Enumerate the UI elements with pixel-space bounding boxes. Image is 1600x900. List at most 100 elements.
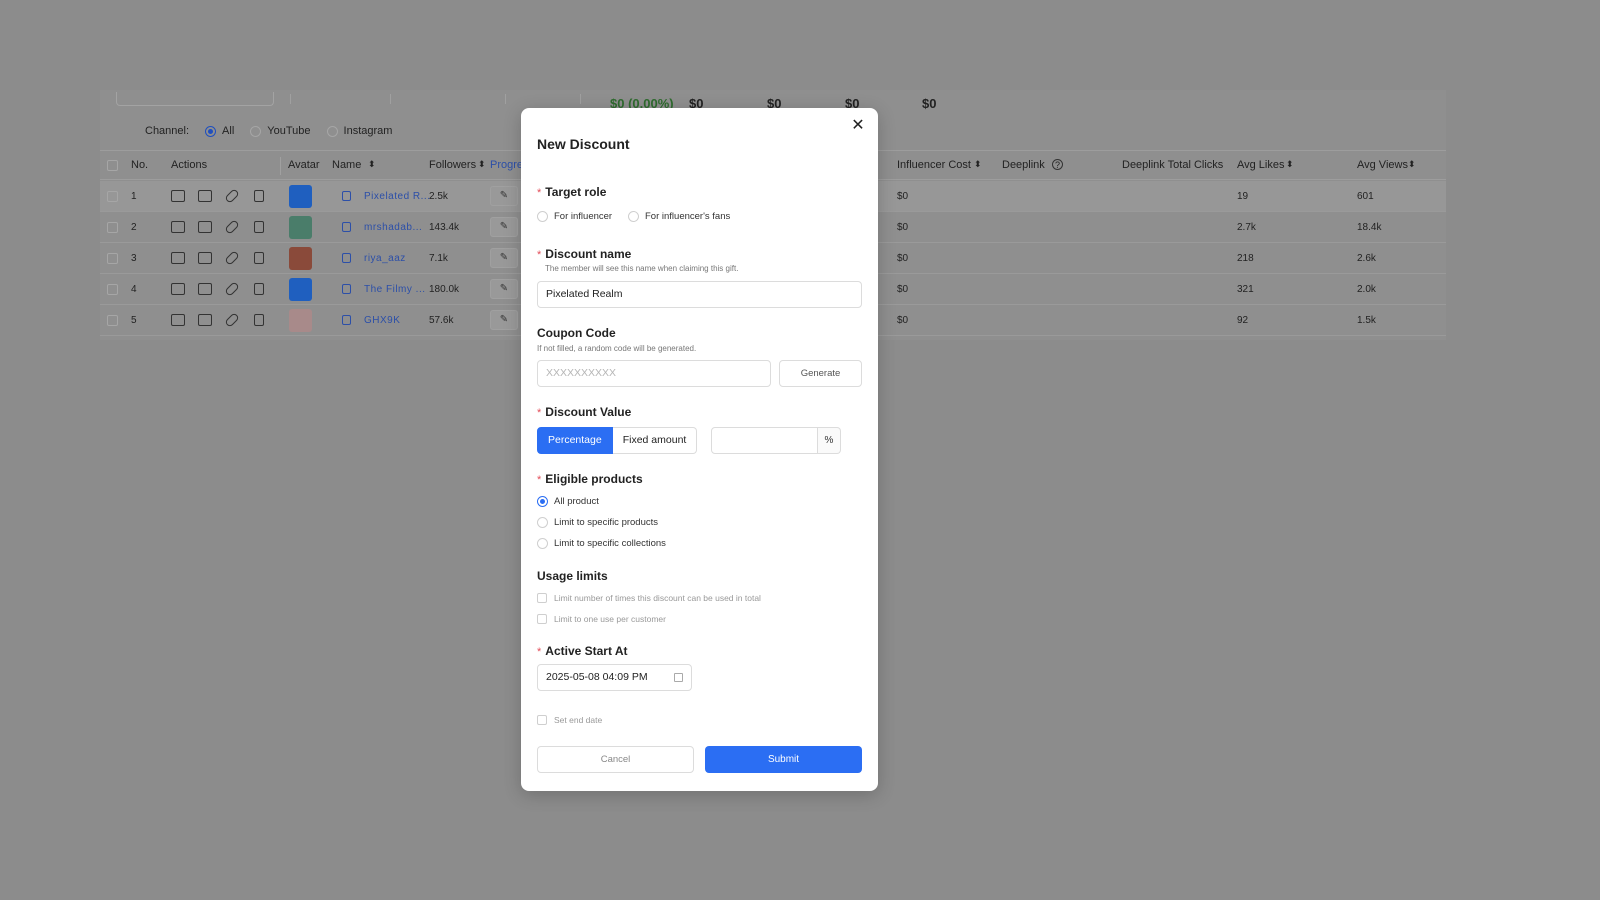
divider bbox=[290, 94, 291, 104]
influencer-name[interactable]: mrshadab... bbox=[364, 222, 422, 233]
link-icon[interactable] bbox=[224, 250, 240, 266]
header-followers[interactable]: Followers bbox=[429, 159, 476, 171]
edit-icon[interactable]: ✎ bbox=[490, 279, 518, 299]
channel-option-youtube[interactable]: YouTube bbox=[250, 125, 311, 137]
edit-icon[interactable]: ✎ bbox=[490, 248, 518, 268]
link-icon[interactable] bbox=[224, 219, 240, 235]
coupon-icon[interactable] bbox=[171, 314, 185, 326]
divider bbox=[280, 157, 281, 175]
checkbox-limit-total[interactable]: Limit number of times this discount can … bbox=[537, 593, 761, 603]
sort-icon[interactable]: ⬍ bbox=[974, 159, 982, 170]
new-discount-modal: New Discount ✕ * Target role For influenc… bbox=[521, 108, 878, 791]
row-checkbox[interactable] bbox=[107, 284, 118, 295]
checkbox-icon bbox=[537, 614, 547, 624]
discount-name-input[interactable]: Pixelated Realm bbox=[537, 281, 862, 308]
radio-icon bbox=[326, 125, 338, 137]
edit-icon[interactable]: ✎ bbox=[490, 186, 518, 206]
header-deeplink: Deeplink bbox=[1002, 159, 1045, 171]
fixed-amount-option[interactable]: Fixed amount bbox=[612, 427, 698, 454]
add-icon[interactable] bbox=[198, 190, 212, 202]
copy-icon[interactable] bbox=[342, 315, 351, 325]
channel-option-instagram[interactable]: Instagram bbox=[326, 125, 392, 137]
copy-icon[interactable] bbox=[254, 221, 264, 233]
header-name[interactable]: Name bbox=[332, 159, 361, 171]
copy-icon[interactable] bbox=[342, 191, 351, 201]
copy-icon[interactable] bbox=[254, 283, 264, 295]
close-icon[interactable]: ✕ bbox=[850, 118, 866, 134]
copy-icon[interactable] bbox=[342, 284, 351, 294]
divider bbox=[580, 94, 581, 104]
search-box-remnant bbox=[116, 92, 274, 106]
generate-button[interactable]: Generate bbox=[779, 360, 862, 387]
influencer-name[interactable]: Pixelated R... bbox=[364, 191, 430, 202]
discount-value-label: * Discount Value bbox=[537, 405, 632, 419]
add-icon[interactable] bbox=[198, 283, 212, 295]
add-icon[interactable] bbox=[198, 314, 212, 326]
header-influencer-cost[interactable]: Influencer Cost bbox=[897, 159, 971, 171]
help-icon[interactable]: ? bbox=[1052, 159, 1063, 170]
select-all-checkbox[interactable] bbox=[107, 160, 118, 171]
radio-for-influencer[interactable]: For influencer bbox=[537, 211, 612, 222]
influencer-name[interactable]: GHX9K bbox=[364, 315, 400, 326]
followers-value: 7.1k bbox=[429, 253, 448, 264]
influencer-name[interactable]: riya_aaz bbox=[364, 253, 406, 264]
modal-title: New Discount bbox=[537, 136, 630, 152]
copy-icon[interactable] bbox=[254, 190, 264, 202]
avatar bbox=[289, 309, 312, 332]
link-icon[interactable] bbox=[224, 281, 240, 297]
row-checkbox[interactable] bbox=[107, 191, 118, 202]
discount-type-toggle: Percentage Fixed amount bbox=[537, 427, 698, 454]
channel-option-all[interactable]: All bbox=[205, 125, 234, 137]
coupon-icon[interactable] bbox=[171, 283, 185, 295]
avg-views-value: 2.6k bbox=[1357, 253, 1376, 264]
submit-button[interactable]: Submit bbox=[705, 746, 862, 773]
coupon-icon[interactable] bbox=[171, 221, 185, 233]
influencer-name[interactable]: The Filmy ... bbox=[364, 284, 426, 295]
header-avg-views[interactable]: Avg Views bbox=[1357, 159, 1408, 171]
radio-specific-collections[interactable]: Limit to specific collections bbox=[537, 538, 666, 549]
divider bbox=[505, 94, 506, 104]
radio-icon bbox=[537, 538, 548, 549]
sort-icon[interactable]: ⬍ bbox=[1286, 159, 1294, 170]
discount-value-input[interactable] bbox=[711, 427, 818, 454]
checkbox-icon bbox=[537, 715, 547, 725]
row-checkbox[interactable] bbox=[107, 222, 118, 233]
copy-icon[interactable] bbox=[342, 253, 351, 263]
copy-icon[interactable] bbox=[254, 314, 264, 326]
calendar-icon bbox=[674, 673, 683, 682]
avg-views-value: 601 bbox=[1357, 191, 1374, 202]
avatar bbox=[289, 216, 312, 239]
copy-icon[interactable] bbox=[254, 252, 264, 264]
edit-icon[interactable]: ✎ bbox=[490, 310, 518, 330]
sort-icon[interactable]: ⬍ bbox=[368, 159, 376, 170]
avg-likes-value: 2.7k bbox=[1237, 222, 1256, 233]
checkbox-set-end-date[interactable]: Set end date bbox=[537, 715, 602, 725]
link-icon[interactable] bbox=[224, 188, 240, 204]
coupon-icon[interactable] bbox=[171, 190, 185, 202]
edit-icon[interactable]: ✎ bbox=[490, 217, 518, 237]
row-checkbox[interactable] bbox=[107, 253, 118, 264]
add-icon[interactable] bbox=[198, 252, 212, 264]
header-avg-likes[interactable]: Avg Likes bbox=[1237, 159, 1285, 171]
divider bbox=[390, 94, 391, 104]
followers-value: 2.5k bbox=[429, 191, 448, 202]
percent-suffix: % bbox=[818, 427, 841, 454]
coupon-icon[interactable] bbox=[171, 252, 185, 264]
copy-icon[interactable] bbox=[342, 222, 351, 232]
sort-icon[interactable]: ⬍ bbox=[1408, 159, 1416, 170]
link-icon[interactable] bbox=[224, 312, 240, 328]
cancel-button[interactable]: Cancel bbox=[537, 746, 694, 773]
radio-for-influencer-fans[interactable]: For influencer's fans bbox=[628, 211, 730, 222]
percentage-option[interactable]: Percentage bbox=[537, 427, 613, 454]
radio-icon bbox=[537, 517, 548, 528]
radio-specific-products[interactable]: Limit to specific products bbox=[537, 517, 658, 528]
summary-value: $0 bbox=[922, 96, 937, 111]
row-checkbox[interactable] bbox=[107, 315, 118, 326]
sort-icon[interactable]: ⬍ bbox=[478, 159, 486, 170]
row-number: 3 bbox=[131, 253, 137, 264]
checkbox-one-per-customer[interactable]: Limit to one use per customer bbox=[537, 614, 666, 624]
coupon-code-input[interactable]: XXXXXXXXXX bbox=[537, 360, 771, 387]
radio-all-product[interactable]: All product bbox=[537, 496, 599, 507]
add-icon[interactable] bbox=[198, 221, 212, 233]
active-start-datepicker[interactable]: 2025-05-08 04:09 PM bbox=[537, 664, 692, 691]
